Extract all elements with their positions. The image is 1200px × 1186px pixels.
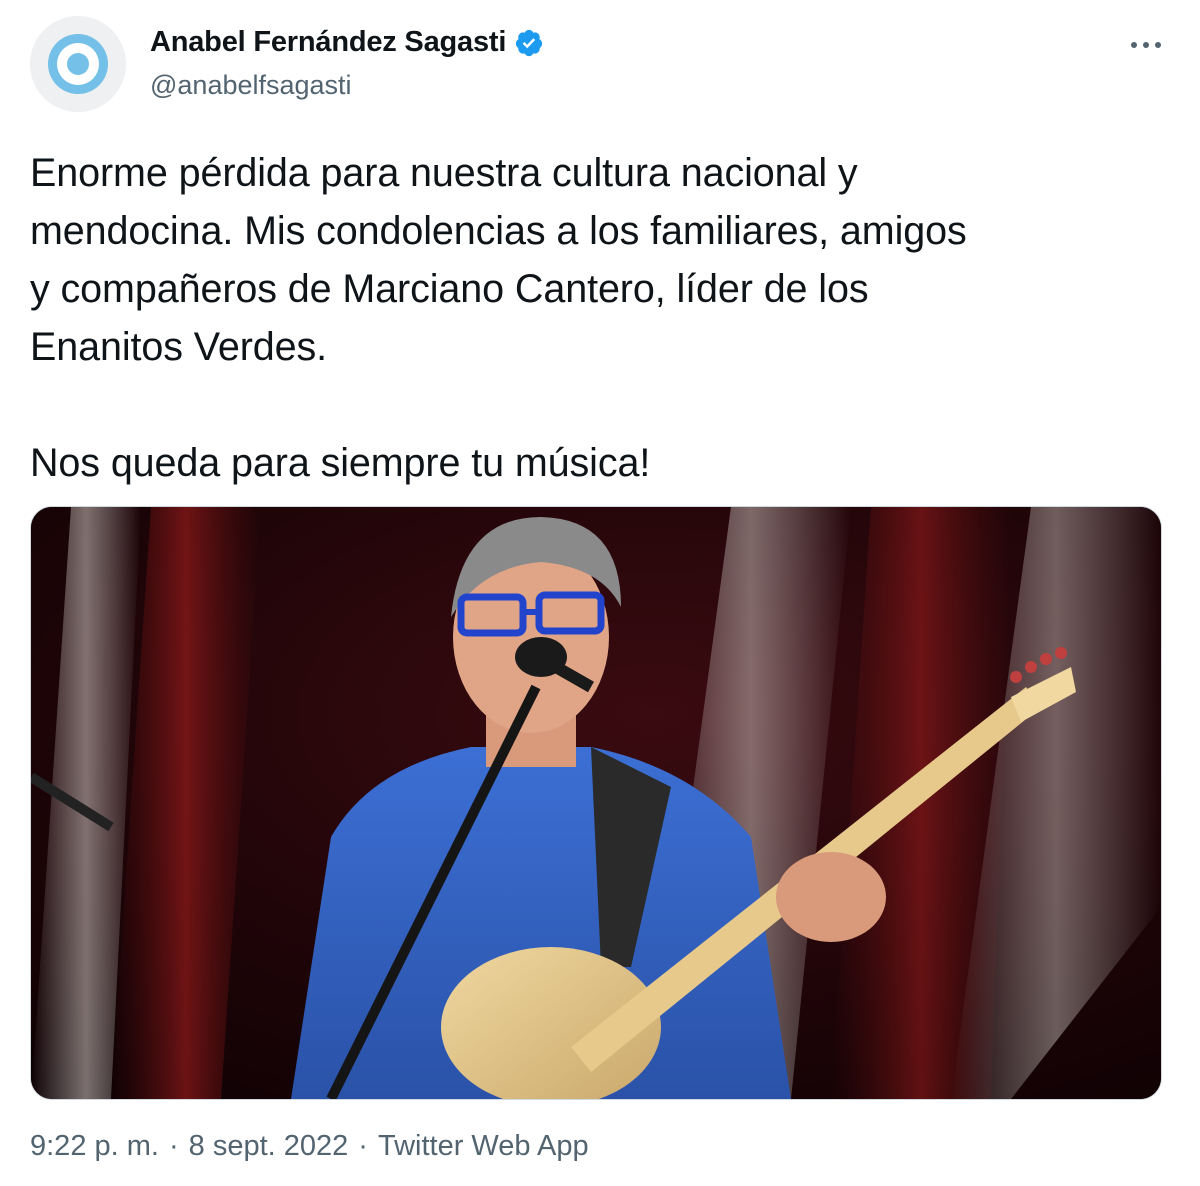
author-name-row: Anabel Fernández Sagasti bbox=[150, 26, 544, 59]
tweet-text: Enorme pérdida para nuestra cultura naci… bbox=[30, 151, 967, 485]
tweet-photo[interactable] bbox=[30, 506, 1162, 1100]
tweet-meta: 9:22 p. m. · 8 sept. 2022 · Twitter Web … bbox=[30, 1130, 589, 1163]
meta-separator: · bbox=[168, 1130, 179, 1162]
tweet-date[interactable]: 8 sept. 2022 bbox=[189, 1130, 349, 1163]
meta-separator: · bbox=[358, 1130, 368, 1162]
author-avatar[interactable] bbox=[30, 16, 126, 112]
author-display-name[interactable]: Anabel Fernández Sagasti bbox=[150, 26, 506, 59]
verified-badge-icon bbox=[514, 28, 544, 58]
argentina-cockade-avatar bbox=[30, 16, 126, 112]
more-horizontal-icon bbox=[1131, 42, 1161, 48]
author-handle[interactable]: @anabelfsagasti bbox=[150, 70, 352, 101]
tweet-time[interactable]: 9:22 p. m. bbox=[30, 1130, 159, 1163]
more-options-button[interactable] bbox=[1126, 30, 1166, 60]
tweet-header: Anabel Fernández Sagasti @anabelfsagasti bbox=[30, 16, 1170, 116]
musician-photo-illustration bbox=[31, 507, 1161, 1099]
tweet-source[interactable]: Twitter Web App bbox=[378, 1130, 589, 1163]
